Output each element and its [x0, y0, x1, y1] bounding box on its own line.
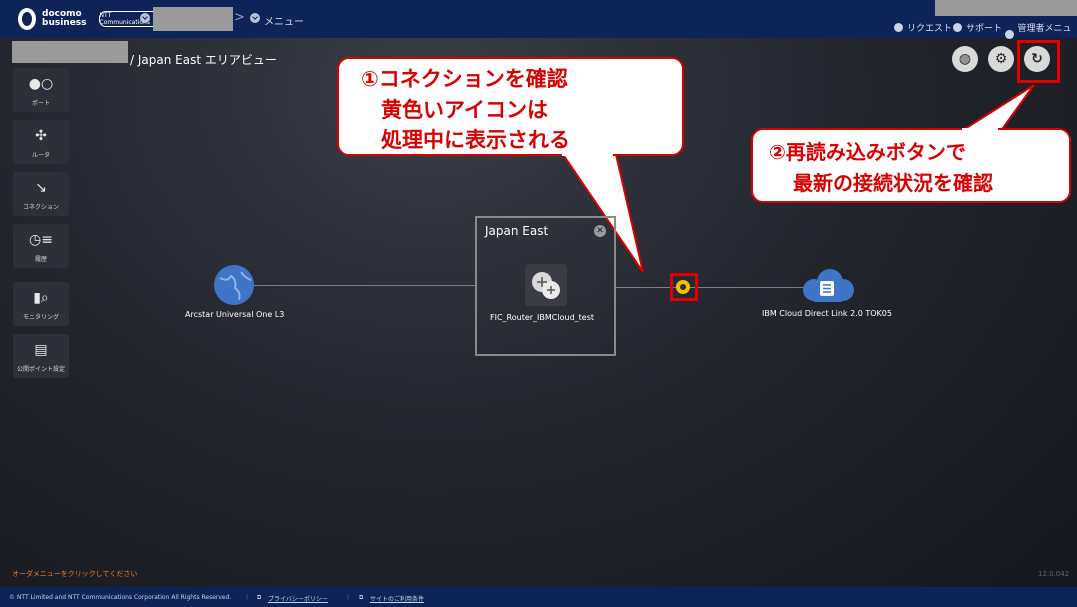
link-left [252, 285, 475, 286]
version-label: 12.0.042 [1038, 570, 1070, 578]
ibm-cloud-node-cloud-icon[interactable] [800, 268, 856, 304]
callout-1: ①コネクションを確認 黄色いアイコンは 処理中に表示される [337, 57, 684, 156]
terms-link[interactable]: サイトのご利用条件 [370, 594, 424, 603]
callout-2-line-1: ②再読み込みボタンで [769, 140, 966, 164]
terms-icon: ⧉ [359, 594, 364, 601]
router-icon [532, 272, 560, 299]
link-right [616, 287, 814, 288]
callout-2-pointer [956, 84, 1035, 133]
callout-1-join [562, 150, 613, 156]
privacy-link[interactable]: プライバシーポリシー [268, 594, 328, 603]
order-menu-hint: オーダメニューをクリックしてください [12, 570, 138, 578]
area-title: Japan East [485, 224, 549, 238]
arcstar-node-globe-icon[interactable] [213, 264, 255, 306]
callout-2-join [962, 128, 998, 133]
callout-1-line-1: ①コネクションを確認 [361, 67, 568, 91]
callout-1-line-3: 処理中に表示される [381, 128, 570, 152]
copyright-text: © NTT Limited and NTT Communications Cor… [9, 594, 232, 601]
area-close-icon[interactable]: ✕ [594, 225, 606, 237]
router-node-label: FIC_Router_IBMCloud_test [490, 313, 595, 322]
arcstar-node-label: Arcstar Universal One L3 [185, 310, 285, 319]
connection-highlight-box [670, 273, 698, 301]
footer-bar: © NTT Limited and NTT Communications Cor… [0, 587, 1077, 607]
router-node[interactable] [525, 264, 567, 306]
callout-2-line-2: 最新の接続状況を確認 [793, 171, 993, 195]
ibm-cloud-node-label: IBM Cloud Direct Link 2.0 TOK05 [762, 309, 892, 318]
callout-1-line-2: 黄色いアイコンは [381, 98, 548, 122]
privacy-icon: ⧉ [257, 594, 262, 601]
callout-2: ②再読み込みボタンで 最新の接続状況を確認 [751, 128, 1071, 203]
